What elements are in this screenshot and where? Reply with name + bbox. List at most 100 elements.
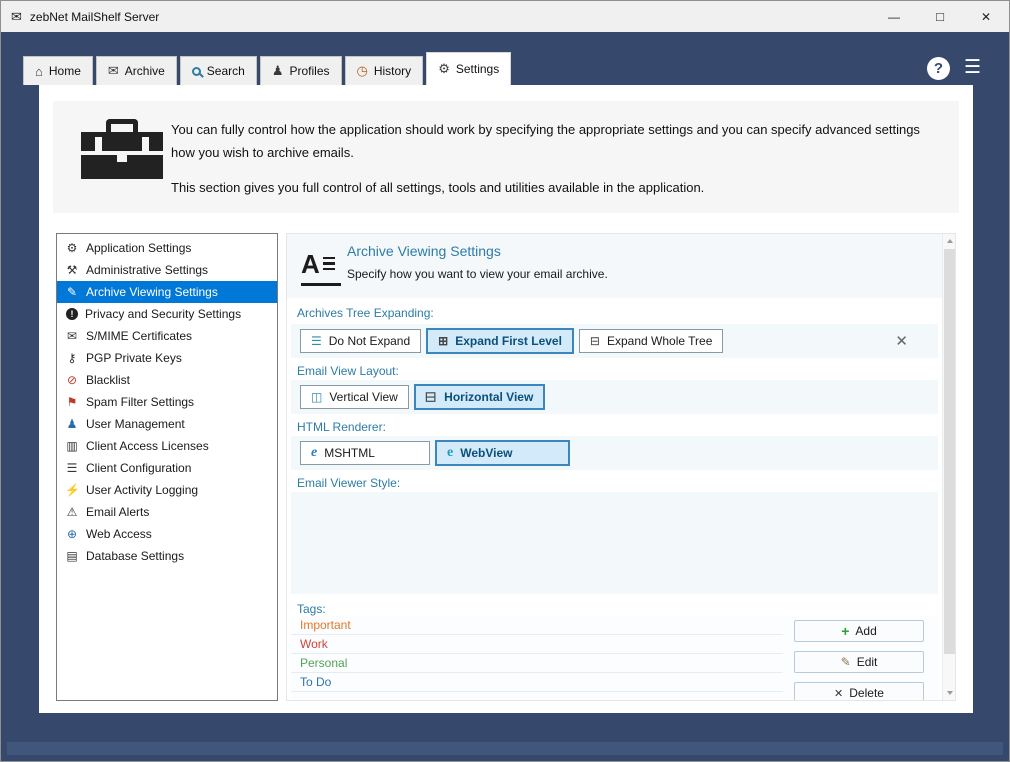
sidebar-item-label: Client Configuration xyxy=(86,461,191,475)
blacklist-icon: ⊘ xyxy=(65,373,79,387)
lightning-icon: ⚡ xyxy=(65,483,79,497)
edit-button[interactable]: ✎ Edit xyxy=(794,651,924,673)
sidebar-item-label: Web Access xyxy=(86,527,152,541)
tab-archive[interactable]: ✉ Archive xyxy=(96,56,177,85)
tag-row-to-do[interactable]: To Do xyxy=(291,673,783,692)
sidebar-item-label: Email Alerts xyxy=(86,505,149,519)
sidebar-item-database-settings[interactable]: ▤ Database Settings xyxy=(57,545,277,567)
tree-expanding-group: ☰ Do Not Expand ⊞ Expand First Level ⊟ E… xyxy=(291,324,938,358)
sidebar-item-administrative-settings[interactable]: ⚒ Administrative Settings xyxy=(57,259,277,281)
globe-icon: ⊕ xyxy=(65,527,79,541)
sidebar-item-label: Privacy and Security Settings xyxy=(85,307,241,321)
mshtml-button[interactable]: e MSHTML xyxy=(300,441,430,465)
panel-scrollbar[interactable] xyxy=(942,234,955,700)
sidebar-item-label: Application Settings xyxy=(86,241,191,255)
sidebar-item-privacy-security-settings[interactable]: ! Privacy and Security Settings xyxy=(57,303,277,325)
vertical-view-button[interactable]: ◫ Vertical View xyxy=(300,385,409,409)
sidebar-item-archive-viewing-settings[interactable]: ✎ Archive Viewing Settings xyxy=(57,281,277,303)
sidebar-item-user-management[interactable]: ♟ User Management xyxy=(57,413,277,435)
settings-intro-panel: You can fully control how the applicatio… xyxy=(53,101,959,213)
search-icon xyxy=(192,67,201,76)
expand-whole-tree-button[interactable]: ⊟ Expand Whole Tree xyxy=(579,329,723,353)
button-label: Edit xyxy=(857,655,878,669)
tab-home[interactable]: ⌂ Home xyxy=(23,56,93,85)
settings-icon: ⚙ xyxy=(438,61,450,77)
settings-category-list: ⚙ Application Settings ⚒ Administrative … xyxy=(56,233,278,701)
sidebar-item-user-activity-logging[interactable]: ⚡ User Activity Logging xyxy=(57,479,277,501)
tab-label: Archive xyxy=(125,64,165,78)
tag-row-personal[interactable]: Personal xyxy=(291,654,783,673)
clear-selection-icon[interactable]: ✕ xyxy=(895,332,908,350)
maximize-button[interactable]: □ xyxy=(917,1,963,32)
sidebar-item-label: User Activity Logging xyxy=(86,483,198,497)
sidebar-item-client-configuration[interactable]: ☰ Client Configuration xyxy=(57,457,277,479)
sidebar-item-email-alerts[interactable]: ⚠ Email Alerts xyxy=(57,501,277,523)
tag-label: Personal xyxy=(300,656,347,670)
app-window: ✉ zebNet MailShelf Server — □ ✕ ⌂ Home ✉… xyxy=(0,0,1010,762)
add-button[interactable]: + Add xyxy=(794,620,924,642)
webview-button[interactable]: e WebView xyxy=(436,441,569,465)
archive-viewing-icon: A xyxy=(301,246,341,286)
sidebar-item-pgp-private-keys[interactable]: ⚷ PGP Private Keys xyxy=(57,347,277,369)
sidebar-item-client-access-licenses[interactable]: ▥ Client Access Licenses xyxy=(57,435,277,457)
tab-settings[interactable]: ⚙ Settings xyxy=(426,52,511,85)
tag-row-important[interactable]: Important xyxy=(291,616,783,635)
tab-profiles[interactable]: ♟ Profiles xyxy=(260,56,342,85)
home-icon: ⌂ xyxy=(35,64,43,79)
window-footer xyxy=(7,742,1003,755)
tag-label: Important xyxy=(300,618,351,632)
option-label: WebView xyxy=(460,446,512,460)
tab-label: Home xyxy=(49,64,81,78)
toolbox-icon xyxy=(81,119,163,179)
internet-explorer-icon: e xyxy=(311,445,317,461)
button-label: Add xyxy=(855,624,876,638)
tree-expanding-label: Archives Tree Expanding: xyxy=(297,306,434,320)
tools-icon: ⚒ xyxy=(65,263,79,277)
alert-icon: ⚠ xyxy=(65,505,79,519)
configuration-icon: ☰ xyxy=(65,461,79,475)
sidebar-item-label: Administrative Settings xyxy=(86,263,208,277)
plus-icon: + xyxy=(841,624,849,638)
menu-icon[interactable]: ☰ xyxy=(964,55,981,81)
view-layout-group: ◫ Vertical View ◫ Horizontal View xyxy=(291,380,938,414)
expand-first-level-button[interactable]: ⊞ Expand First Level xyxy=(427,329,573,353)
tag-label: To Do xyxy=(300,675,331,689)
archive-icon: ✉ xyxy=(108,63,119,79)
window-title: zebNet MailShelf Server xyxy=(30,10,871,24)
tab-bar: ⌂ Home ✉ Archive Search ♟ Profiles ◷ His… xyxy=(23,52,514,85)
sidebar-item-web-access[interactable]: ⊕ Web Access xyxy=(57,523,277,545)
delete-button[interactable]: ✕ Delete xyxy=(794,682,924,701)
tag-row-work[interactable]: Work xyxy=(291,635,783,654)
tab-label: Profiles xyxy=(289,64,329,78)
sidebar-item-blacklist[interactable]: ⊘ Blacklist xyxy=(57,369,277,391)
panel-header: A Archive Viewing Settings Specify how y… xyxy=(287,234,942,298)
panel-title: Archive Viewing Settings xyxy=(347,243,501,259)
option-label: Horizontal View xyxy=(444,390,533,404)
tags-label: Tags: xyxy=(297,602,326,616)
scroll-up-icon[interactable] xyxy=(943,234,956,248)
spam-flag-icon: ⚑ xyxy=(65,395,79,409)
help-button[interactable]: ? xyxy=(927,57,950,80)
button-label: Delete xyxy=(849,686,884,700)
html-renderer-label: HTML Renderer: xyxy=(297,420,386,434)
horizontal-view-button[interactable]: ◫ Horizontal View xyxy=(415,385,544,409)
sidebar-item-label: S/MIME Certificates xyxy=(86,329,192,343)
sidebar-item-spam-filter-settings[interactable]: ⚑ Spam Filter Settings xyxy=(57,391,277,413)
close-button[interactable]: ✕ xyxy=(963,1,1009,32)
profiles-icon: ♟ xyxy=(272,63,284,79)
tab-history[interactable]: ◷ History xyxy=(345,56,424,85)
sidebar-item-application-settings[interactable]: ⚙ Application Settings xyxy=(57,237,277,259)
x-icon: ✕ xyxy=(834,687,843,700)
do-not-expand-button[interactable]: ☰ Do Not Expand xyxy=(300,329,421,353)
title-bar: ✉ zebNet MailShelf Server — □ ✕ xyxy=(1,1,1009,32)
scrollbar-thumb[interactable] xyxy=(944,249,955,654)
history-icon: ◷ xyxy=(357,63,368,79)
gear-icon: ⚙ xyxy=(65,241,79,255)
database-icon: ▤ xyxy=(65,549,79,563)
scroll-down-icon[interactable] xyxy=(943,686,956,700)
horizontal-split-icon: ◫ xyxy=(425,391,439,402)
sidebar-item-label: User Management xyxy=(86,417,185,431)
tab-search[interactable]: Search xyxy=(180,56,257,85)
minimize-button[interactable]: — xyxy=(871,1,917,32)
sidebar-item-smime-certificates[interactable]: ✉ S/MIME Certificates xyxy=(57,325,277,347)
